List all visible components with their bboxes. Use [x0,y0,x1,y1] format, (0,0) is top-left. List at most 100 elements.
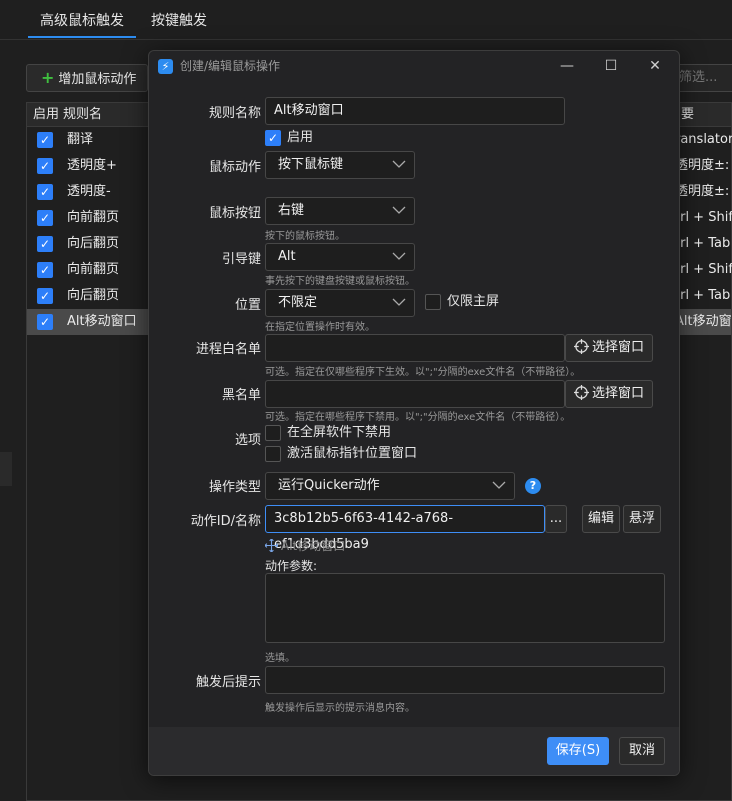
leader-key-select[interactable]: Alt [265,243,415,271]
header-summary: 要 [681,107,695,122]
dialog-title: 创建/编辑鼠标操作 [180,59,281,73]
chevron-down-icon [392,206,406,214]
add-mouse-action-label: 增加鼠标动作 [58,72,137,87]
action-name-link[interactable]: Alt移动窗口 [264,537,346,554]
mouse-button-value: 右键 [278,203,305,218]
blacklist-input[interactable] [265,380,565,408]
add-mouse-action-button[interactable]: + 增加鼠标动作 [26,64,148,92]
rule-name-input[interactable]: Alt移动窗口 [265,97,565,125]
blacklist-label: 黑名单 [221,388,261,403]
tab-key-trigger[interactable]: 按键触发 [151,0,207,38]
whitelist-hint: 可选。指定在仅哪些程序下生效。以";"分隔的exe文件名（不带路径）。 [265,367,581,378]
more-button[interactable]: ... [545,505,567,533]
after-hint-input[interactable] [265,666,665,694]
params-label: 动作参数: [265,559,318,573]
header-rule-name: 规则名 [63,107,103,122]
chevron-down-icon [392,252,406,260]
chevron-down-icon [492,481,506,489]
rule-summary: 透明度±: - [675,184,732,199]
rule-summary: 透明度±: + [675,158,732,173]
enabled-checkbox[interactable]: ✓ [37,262,53,278]
mouse-button-select[interactable]: 右键 [265,197,415,225]
activate-window-checkbox[interactable] [265,446,281,462]
rule-summary: trl + Tab [675,288,731,303]
rule-summary: ranslator [675,132,732,147]
enabled-checkbox[interactable]: ✓ [37,314,53,330]
rule-summary: trl + Shift [675,210,732,225]
rule-name: 向前翻页 [67,262,120,277]
chevron-down-icon [392,298,406,306]
rule-name: 透明度+ [67,158,117,173]
whitelist-label: 进程白名单 [195,342,261,357]
cancel-button[interactable]: 取消 [619,737,665,765]
op-type-value: 运行Quicker动作 [278,478,380,493]
position-value: 不限定 [278,295,318,310]
minimize-icon[interactable]: — [547,51,587,81]
action-id-input[interactable]: 3c8b12b5-6f63-4142-a768-ef1d3bdd5ba9 [265,505,545,552]
after-hint-desc: 触发操作后显示的提示消息内容。 [265,703,415,714]
enable-label: 启用 [287,130,314,145]
enabled-checkbox[interactable]: ✓ [37,184,53,200]
position-select[interactable]: 不限定 [265,289,415,317]
float-button[interactable]: 悬浮 [623,505,661,533]
blacklist-pick-window-button[interactable]: 选择窗口 [565,380,653,408]
params-textarea[interactable] [265,573,665,643]
side-strip [0,452,12,486]
primary-screen-checkbox[interactable] [425,294,441,310]
action-name: Alt移动窗口 [281,539,346,553]
enabled-checkbox[interactable]: ✓ [37,288,53,304]
rule-name: 向前翻页 [67,210,120,225]
fullscreen-disable-label: 在全屏软件下禁用 [287,425,392,440]
tab-advanced-mouse[interactable]: 高级鼠标触发 [28,0,136,38]
crosshair-icon [573,339,589,354]
tab-bar: 高级鼠标触发 按键触发 [0,0,732,40]
rule-name: Alt移动窗口 [67,314,137,329]
move-arrows-icon [264,538,279,553]
blacklist-hint: 可选。指定在哪些程序下禁用。以";"分隔的exe文件名（不带路径）。 [265,412,571,423]
enabled-checkbox[interactable]: ✓ [37,236,53,252]
rule-name-label: 规则名称 [208,106,261,121]
position-hint: 在指定位置操作时有效。 [265,322,375,333]
options-label: 选项 [234,433,261,448]
mouse-action-label: 鼠标动作 [208,160,261,175]
op-type-select[interactable]: 运行Quicker动作 [265,472,515,500]
action-id-label: 动作ID/名称 [190,514,261,529]
dialog-titlebar[interactable]: ⚡ 创建/编辑鼠标操作 — ☐ ✕ [149,51,679,81]
op-type-label: 操作类型 [208,480,261,495]
rule-summary: trl + Tab [675,236,731,251]
mouse-action-select[interactable]: 按下鼠标键 [265,151,415,179]
header-enabled: 启用 [33,107,60,122]
maximize-icon[interactable]: ☐ [591,51,631,81]
quicker-logo-icon: ⚡ [158,59,173,74]
mouse-button-label: 鼠标按钮 [208,206,261,221]
enable-checkbox[interactable]: ✓ [265,130,281,146]
save-button[interactable]: 保存(S) [547,737,609,765]
activate-window-label: 激活鼠标指针位置窗口 [287,446,418,461]
rule-name: 向后翻页 [67,288,120,303]
rule-summary: Alt移动窗口 [675,314,732,329]
position-label: 位置 [234,298,261,313]
enabled-checkbox[interactable]: ✓ [37,132,53,148]
rule-name: 翻译 [67,132,94,147]
fullscreen-disable-checkbox[interactable] [265,425,281,441]
pick-window-label: 选择窗口 [591,386,644,401]
mouse-action-value: 按下鼠标键 [278,157,344,172]
rule-summary: trl + Shift [675,262,732,277]
mouse-button-hint: 按下的鼠标按钮。 [265,231,345,242]
enabled-checkbox[interactable]: ✓ [37,210,53,226]
edit-button[interactable]: 编辑 [582,505,620,533]
primary-screen-label: 仅限主屏 [447,294,500,309]
close-icon[interactable]: ✕ [635,51,675,81]
enabled-checkbox[interactable]: ✓ [37,158,53,174]
whitelist-input[interactable] [265,334,565,362]
edit-mouse-action-dialog: ⚡ 创建/编辑鼠标操作 — ☐ ✕ 规则名称 Alt移动窗口 ✓ 启用 鼠标动作… [148,50,680,776]
pick-window-label: 选择窗口 [591,340,644,355]
whitelist-pick-window-button[interactable]: 选择窗口 [565,334,653,362]
leader-key-value: Alt [278,249,296,264]
leader-key-hint: 事先按下的键盘按键或鼠标按钮。 [265,276,415,287]
chevron-down-icon [392,160,406,168]
plus-icon: + [41,68,55,87]
leader-key-label: 引导键 [221,252,261,267]
help-icon[interactable]: ? [525,478,541,494]
after-hint-label: 触发后提示 [195,675,261,690]
